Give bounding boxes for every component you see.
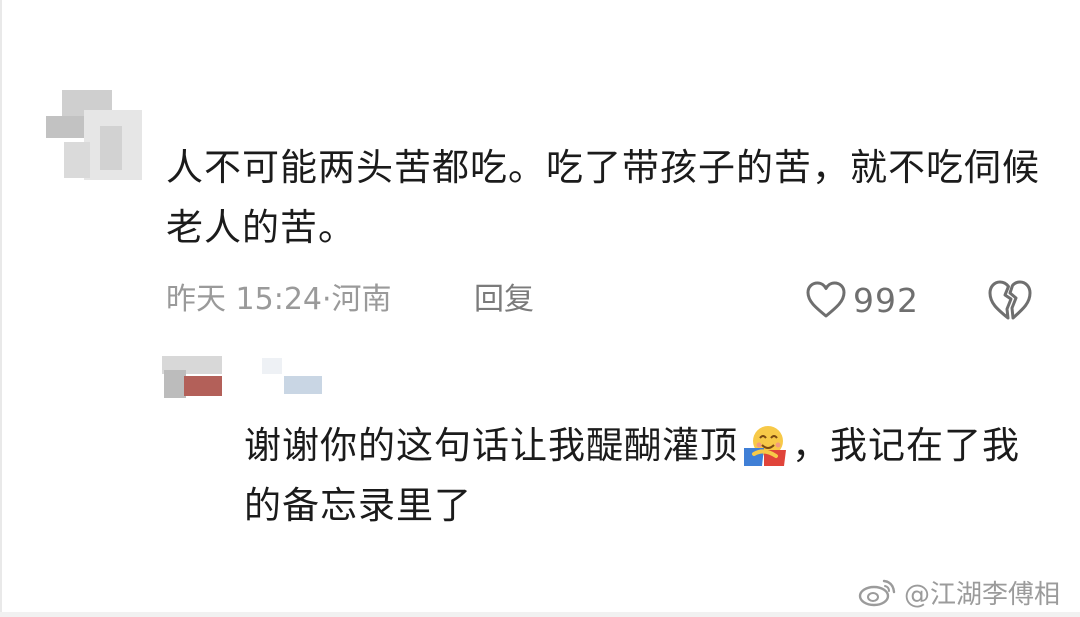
like-count: 992 <box>853 280 919 320</box>
heart-outline-icon <box>806 281 846 318</box>
broken-heart-icon[interactable] <box>987 278 1033 322</box>
comment-meta: 昨天 15:24·河南 <box>166 278 392 322</box>
weibo-logo-icon <box>858 579 896 607</box>
left-edge-border <box>0 0 2 617</box>
bottom-divider <box>0 612 1080 617</box>
hugging-face-emoji-icon <box>744 426 786 466</box>
replier-name-blurred[interactable] <box>258 358 324 398</box>
comment-location: 河南 <box>331 282 392 317</box>
comment-text: 人不可能两头苦都吃。吃了带孩子的苦，就不吃伺候老人的苦。 <box>166 146 1040 249</box>
like-button[interactable]: 992 <box>805 276 919 324</box>
watermark-text: @江湖李傅相 <box>904 579 1061 610</box>
replier-avatar[interactable] <box>162 356 224 398</box>
reply-text: 谢谢你的这句话让我醍醐灌顶 ，我记在了我的备忘录里了 <box>244 416 1044 536</box>
reply-button[interactable]: 回复 <box>474 278 534 322</box>
commenter-avatar[interactable] <box>44 86 144 186</box>
watermark: @江湖李傅相 <box>858 575 1061 610</box>
meta-separator: · <box>322 282 332 317</box>
reply-text-part1: 谢谢你的这句话让我醍醐灌顶 <box>244 424 738 467</box>
comment-time: 昨天 15:24 <box>166 282 322 317</box>
